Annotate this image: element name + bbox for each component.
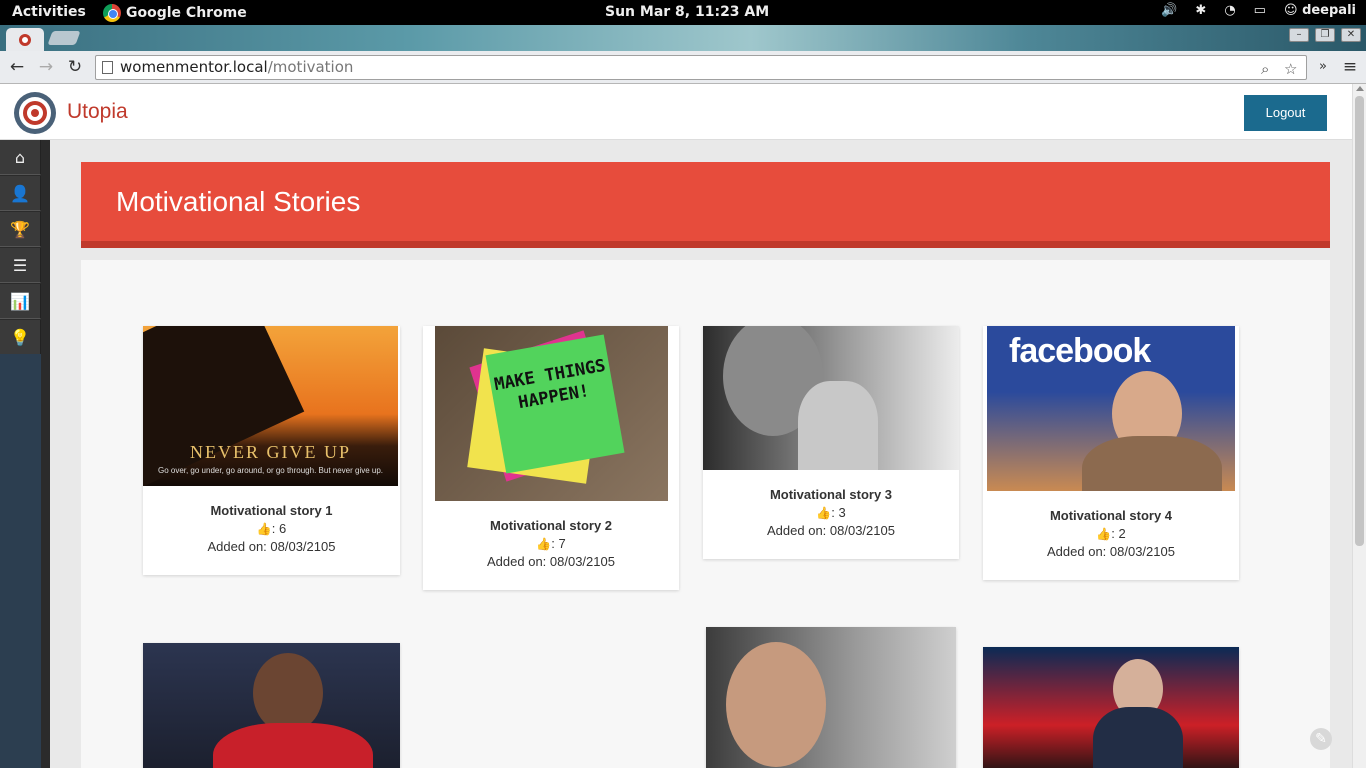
story-date: Added on: 08/03/2105 — [487, 554, 615, 569]
story-image[interactable]: MAKE THINGS HAPPEN! — [435, 326, 668, 501]
page-banner: Motivational Stories — [81, 162, 1330, 248]
story-likes-count: : 7 — [551, 536, 566, 551]
back-icon[interactable]: ← — [7, 57, 27, 77]
story-card[interactable]: Motivational story 3 👍: 3 Added on: 08/0… — [703, 326, 959, 559]
wifi-icon[interactable]: ◔ — [1224, 3, 1235, 18]
close-button[interactable]: ✕ — [1341, 28, 1361, 42]
brand-name[interactable]: Utopia — [67, 100, 128, 124]
thumbs-up-icon[interactable]: 👍 — [1096, 527, 1111, 541]
story-image[interactable] — [703, 326, 959, 470]
sidebar-item-stats[interactable]: 📊 — [0, 284, 41, 319]
menu-icon[interactable]: ≡ — [1340, 57, 1360, 77]
chrome-icon — [103, 4, 121, 22]
story-image[interactable] — [143, 643, 400, 768]
page-title: Motivational Stories — [116, 186, 361, 217]
story-likes-count: : 3 — [831, 505, 846, 520]
app-menu[interactable]: Google Chrome — [103, 4, 247, 22]
story-likes: 👍: 3 — [703, 505, 959, 520]
edit-pencil-icon[interactable]: ✎ — [1310, 728, 1332, 750]
story-title[interactable]: Motivational story 3 — [703, 487, 959, 502]
page-icon — [102, 61, 113, 74]
clock[interactable]: Sun Mar 8, 11:23 AM — [605, 4, 769, 20]
scrollbar-thumb[interactable] — [1355, 96, 1364, 546]
system-top-bar: Activities Google Chrome Sun Mar 8, 11:2… — [0, 0, 1366, 25]
story-image[interactable]: facebook — [987, 326, 1235, 491]
site-header: Utopia Logout — [0, 84, 1352, 140]
sidebar: ⌂ 👤 🏆 ☰ 📊 💡 — [0, 140, 50, 768]
browser-tab[interactable] — [6, 28, 44, 51]
story-likes: 👍: 6 — [143, 521, 400, 536]
target-logo-icon[interactable] — [14, 92, 56, 134]
story-image[interactable] — [983, 647, 1239, 768]
story-likes: 👍: 7 — [423, 536, 679, 551]
story-image-subtext: Go over, go under, go around, or go thro… — [157, 466, 384, 475]
story-title[interactable]: Motivational story 4 — [983, 508, 1239, 523]
search-icon[interactable]: ⌕ — [1261, 58, 1269, 81]
minimize-button[interactable]: – — [1289, 28, 1309, 42]
user-name: deepali — [1302, 3, 1356, 18]
address-bar[interactable]: womenmentor.local/motivation ⌕ ☆ — [95, 55, 1307, 80]
list-icon: ☰ — [12, 255, 28, 275]
story-image[interactable]: NEVER GIVE UP Go over, go under, go arou… — [143, 326, 398, 486]
story-card[interactable] — [983, 647, 1239, 768]
system-tray[interactable]: 🔊 ✱ ◔ ▭ ☺ deepali — [1161, 3, 1356, 18]
favicon-icon — [19, 33, 31, 46]
story-card[interactable]: MAKE THINGS HAPPEN! Motivational story 2… — [423, 326, 679, 590]
user-menu[interactable]: ☺ deepali — [1284, 3, 1356, 18]
lightbulb-icon: 💡 — [10, 327, 30, 347]
home-icon: ⌂ — [14, 147, 26, 167]
bookmark-star-icon[interactable]: ☆ — [1284, 58, 1297, 81]
url-path: /motivation — [267, 58, 354, 76]
story-date: Added on: 08/03/2105 — [1047, 544, 1175, 559]
thumbs-up-icon[interactable]: 👍 — [257, 522, 272, 536]
story-likes-count: : 6 — [271, 521, 287, 536]
thumbs-up-icon[interactable]: 👍 — [536, 537, 551, 551]
story-title[interactable]: Motivational story 1 — [143, 503, 400, 518]
story-card[interactable]: NEVER GIVE UP Go over, go under, go arou… — [143, 326, 400, 575]
scroll-up-icon[interactable] — [1356, 86, 1364, 91]
battery-icon[interactable]: ▭ — [1254, 3, 1266, 18]
story-image-text: NEVER GIVE UP — [190, 442, 351, 462]
maximize-button[interactable]: ❐ — [1315, 28, 1335, 42]
reload-icon[interactable]: ↻ — [65, 57, 85, 77]
tab-strip: – ❐ ✕ — [0, 25, 1366, 51]
web-page: Utopia Logout ⌂ 👤 🏆 ☰ 📊 💡 Motivational S… — [0, 84, 1352, 768]
page-scrollbar[interactable] — [1352, 84, 1366, 768]
sidebar-rail — [0, 354, 41, 768]
story-title[interactable]: Motivational story 2 — [423, 518, 679, 533]
story-card[interactable] — [143, 643, 400, 768]
story-image-text: MAKE THINGS HAPPEN! — [485, 334, 625, 474]
forward-icon[interactable]: → — [36, 57, 56, 77]
new-tab-button[interactable] — [47, 31, 81, 45]
story-date: Added on: 08/03/2105 — [767, 523, 895, 538]
sidebar-item-list[interactable]: ☰ — [0, 248, 41, 283]
sidebar-item-motivation[interactable]: 💡 — [0, 320, 41, 355]
trophy-icon: 🏆 — [10, 219, 30, 239]
sidebar-item-home[interactable]: ⌂ — [0, 140, 41, 175]
story-likes: 👍: 2 — [983, 526, 1239, 541]
story-likes-count: : 2 — [1111, 526, 1126, 541]
sidebar-item-profile[interactable]: 👤 — [0, 176, 41, 211]
extensions-chevron-icon[interactable]: » — [1313, 57, 1333, 77]
story-card[interactable] — [706, 627, 956, 768]
volume-icon[interactable]: 🔊 — [1161, 3, 1177, 18]
story-card[interactable]: facebook Motivational story 4 👍: 2 Added… — [983, 326, 1239, 580]
user-icon: ☺ — [1283, 3, 1298, 18]
bluetooth-icon[interactable]: ✱ — [1195, 3, 1206, 18]
url-host: womenmentor.local — [120, 58, 268, 76]
logout-button[interactable]: Logout — [1244, 95, 1327, 131]
app-name: Google Chrome — [126, 5, 247, 21]
activities-button[interactable]: Activities — [12, 4, 86, 20]
user-icon: 👤 — [10, 183, 30, 203]
bar-chart-icon: 📊 — [10, 291, 30, 311]
story-image[interactable] — [706, 627, 956, 768]
browser-toolbar: ← → ↻ womenmentor.local/motivation ⌕ ☆ »… — [0, 51, 1366, 84]
story-date: Added on: 08/03/2105 — [207, 539, 336, 554]
sidebar-item-achievements[interactable]: 🏆 — [0, 212, 41, 247]
thumbs-up-icon[interactable]: 👍 — [816, 506, 831, 520]
story-image-text: facebook — [1009, 332, 1151, 370]
